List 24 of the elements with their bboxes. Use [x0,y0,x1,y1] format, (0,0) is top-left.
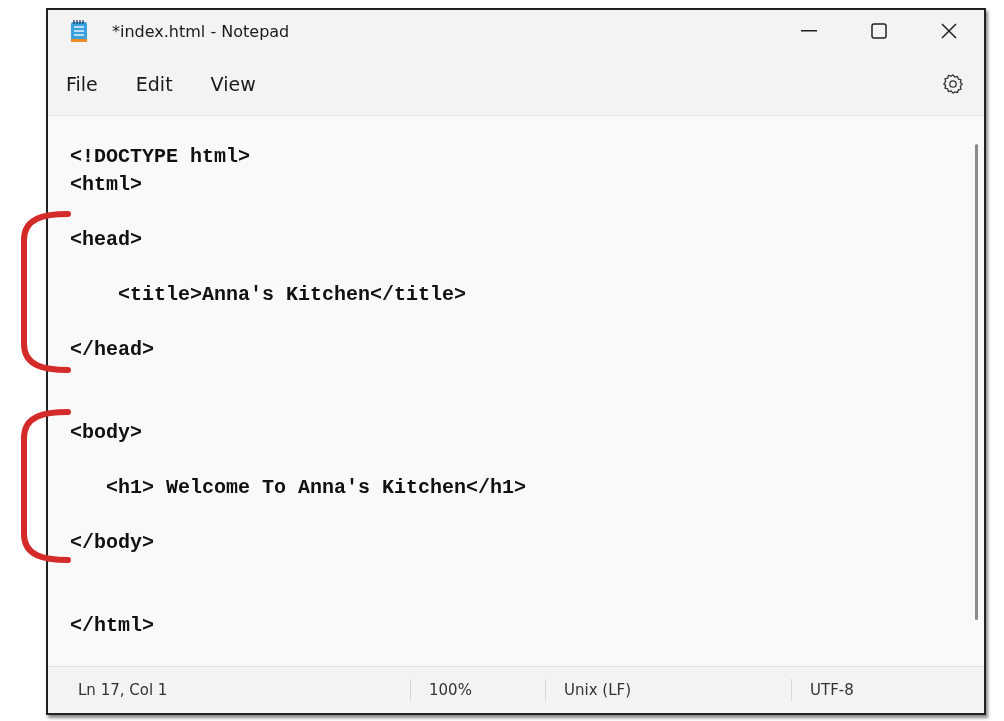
status-text: UTF-8 [809,681,854,699]
status-text: 100% [428,681,472,699]
code-line: <html> [70,171,142,198]
code-line: </body> [70,530,154,557]
code-line: <title>Anna's Kitchen</title> [117,281,467,308]
code-line: </html> [70,613,154,640]
text-editor[interactable]: <!DOCTYPE html> <html> <head> <title>Anna's Kitchen</title> </head> <body> <h1> Welcome To Anna's Kitchen</h1> </body> </html> [48,115,984,666]
close-icon[interactable] [941,23,957,39]
status-text: Ln 17, Col 1 [77,681,168,699]
menu-item[interactable]: Edit [135,66,173,101]
code-line: <body> [70,419,142,446]
code-line: </head> [70,337,154,364]
scrollbar[interactable] [975,144,978,620]
window-title: *index.html - Notepad [112,21,290,41]
notepad-icon [70,19,88,43]
settings-icon[interactable] [942,72,964,95]
status-text: Unix (LF) [563,681,631,699]
menu-item[interactable]: View [210,66,256,101]
code-line: <h1> Welcome To Anna's Kitchen</h1> [105,475,527,502]
minimize-icon[interactable] [801,30,817,32]
code-line: <!DOCTYPE html> [70,144,251,170]
maximize-icon[interactable] [871,23,887,39]
menu-item[interactable]: File [66,66,98,101]
code-line: <head> [70,226,142,253]
